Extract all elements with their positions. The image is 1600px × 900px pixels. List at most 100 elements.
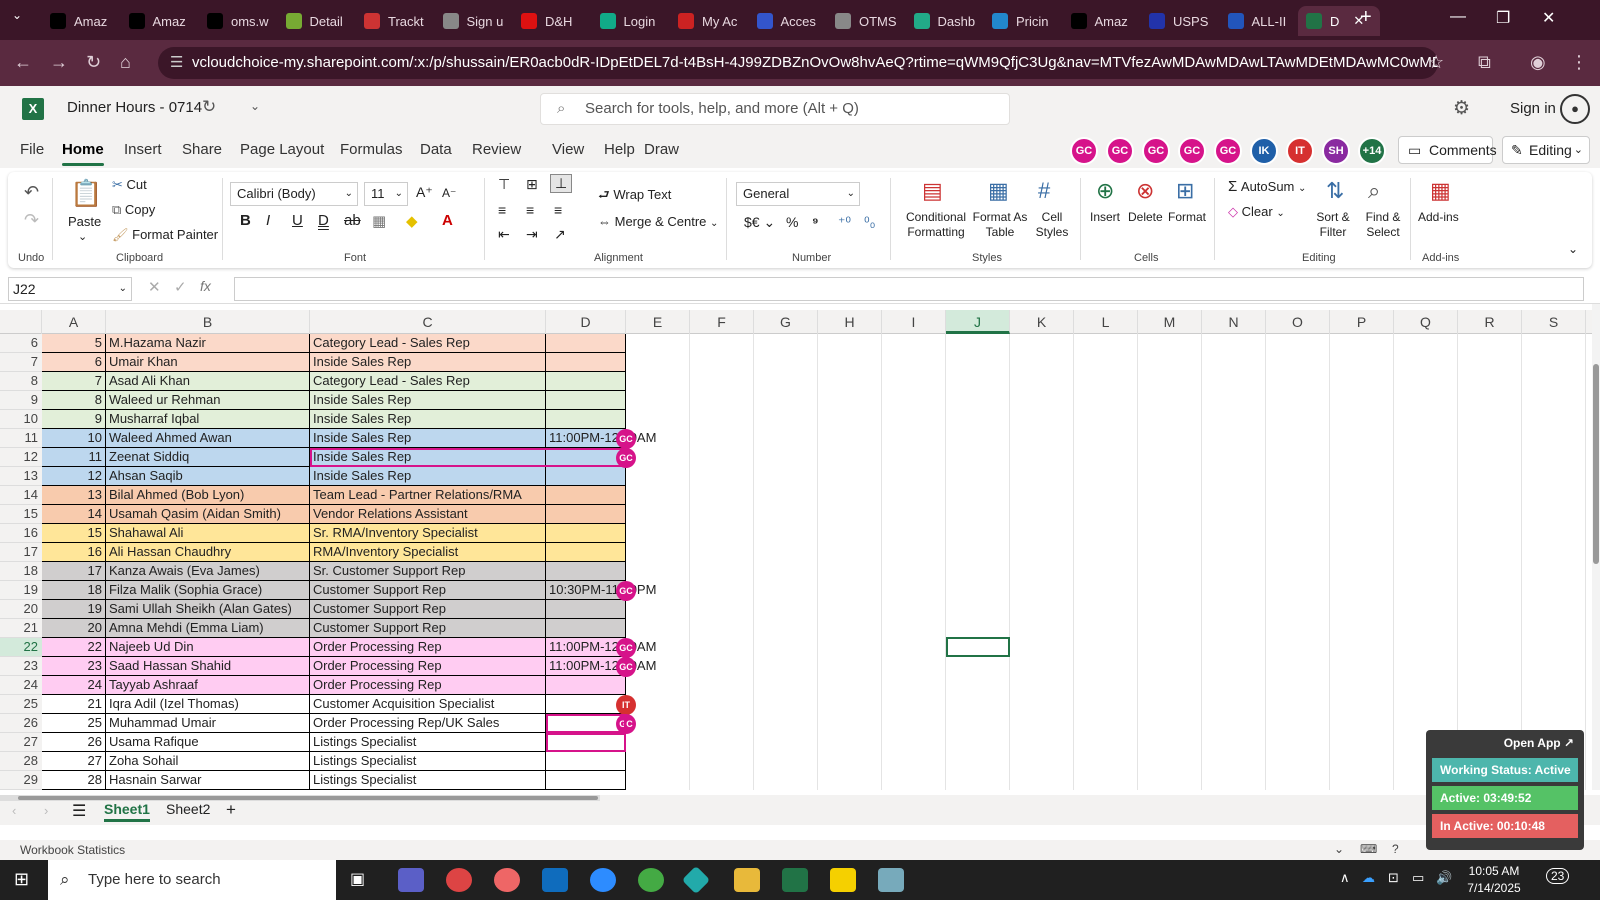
forward-icon[interactable]: → <box>50 52 68 73</box>
row-header[interactable]: 14 <box>0 486 42 505</box>
column-header-l[interactable]: L <box>1074 310 1138 334</box>
align-top-icon[interactable]: ⊤ <box>498 176 510 193</box>
column-header-a[interactable]: A <box>42 310 106 334</box>
cell-b[interactable]: Tayyab Ashraaf <box>106 676 310 695</box>
column-header-c[interactable]: C <box>310 310 546 334</box>
align-bottom-icon[interactable]: ⊥ <box>550 174 573 193</box>
cell-b[interactable]: Ali Hassan Chaudhry <box>106 543 310 562</box>
cell-c[interactable]: Vendor Relations Assistant <box>310 505 546 524</box>
cell-d[interactable]: 11:00PM-12:00AM <box>546 657 656 676</box>
delete-cells-icon[interactable]: ⊗ <box>1136 178 1154 204</box>
browser-tab[interactable]: Acces <box>749 6 823 36</box>
row-header[interactable]: 8 <box>0 372 42 391</box>
row-header[interactable]: 15 <box>0 505 42 524</box>
security-icon[interactable]: ⊡ <box>1388 870 1399 886</box>
row-header[interactable]: 26 <box>0 714 42 733</box>
maximize-button[interactable]: ❐ <box>1496 8 1510 28</box>
next-sheet-icon[interactable]: › <box>44 803 48 818</box>
cell-d[interactable] <box>546 353 626 372</box>
cell-a[interactable]: 12 <box>42 467 106 486</box>
editing-mode-button[interactable]: ✎ Editing ⌄ <box>1502 136 1590 164</box>
cell-b[interactable]: Usama Rafique <box>106 733 310 752</box>
formula-input[interactable] <box>234 277 1584 301</box>
menu-view[interactable]: View <box>552 141 584 158</box>
font-size-select[interactable]: 11 ⌄ <box>364 182 408 206</box>
sign-in-link[interactable]: Sign in <box>1510 100 1556 117</box>
paste-dropdown-icon[interactable]: ⌄ <box>78 230 87 243</box>
paste-button[interactable]: Paste <box>68 214 101 229</box>
column-header-h[interactable]: H <box>818 310 882 334</box>
windows-start-icon[interactable]: ⊞ <box>14 869 29 890</box>
horizontal-scroll-thumb[interactable] <box>18 796 598 800</box>
cell-c[interactable]: Inside Sales Rep <box>310 353 546 372</box>
sheet-tab-sheet2[interactable]: Sheet2 <box>166 801 210 817</box>
cell-b[interactable]: Waleed Ahmed Awan <box>106 429 310 448</box>
decrease-decimal-icon[interactable]: ⁰₀ <box>864 214 875 231</box>
collaborator-avatar[interactable]: SH <box>1322 137 1350 165</box>
collaborator-avatar[interactable]: IT <box>1286 137 1314 165</box>
menu-formulas[interactable]: Formulas <box>340 141 403 158</box>
cell-a[interactable]: 21 <box>42 695 106 714</box>
collaborator-avatar[interactable]: IK <box>1250 137 1278 165</box>
align-center-icon[interactable]: ≡ <box>526 202 534 218</box>
column-header-r[interactable]: R <box>1458 310 1522 334</box>
row-header[interactable]: 22 <box>0 638 42 657</box>
cell-b[interactable]: Najeeb Ud Din <box>106 638 310 657</box>
cell-d[interactable] <box>546 372 626 391</box>
cell-c[interactable]: Order Processing Rep <box>310 676 546 695</box>
column-header-e[interactable]: E <box>626 310 690 334</box>
keyboard-icon[interactable]: ⌨ <box>1360 842 1377 856</box>
chevron-down-icon[interactable]: ⌄ <box>1334 842 1344 856</box>
column-header-b[interactable]: B <box>106 310 310 334</box>
browser-tab[interactable]: Sign u <box>435 6 509 36</box>
find-select-icon[interactable]: ⌕ <box>1368 178 1380 204</box>
cell-d[interactable] <box>546 391 626 410</box>
close-window-button[interactable]: ✕ <box>1542 8 1555 28</box>
cell-b[interactable]: Filza Malik (Sophia Grace) <box>106 581 310 600</box>
browser-tab[interactable]: OTMS <box>827 6 901 36</box>
align-middle-icon[interactable]: ⊞ <box>526 176 538 193</box>
tray-chevron-icon[interactable]: ∧ <box>1340 870 1350 886</box>
cell-b[interactable]: Muhammad Umair <box>106 714 310 733</box>
cell-a[interactable]: 10 <box>42 429 106 448</box>
cell-d[interactable]: 11:00PM-12:00AM <box>546 638 656 657</box>
cell-a[interactable]: 20 <box>42 619 106 638</box>
taskbar-date[interactable]: 7/14/2025 <box>1462 881 1526 895</box>
column-header-p[interactable]: P <box>1330 310 1394 334</box>
cell-c[interactable]: Order Processing Rep/UK Sales <box>310 714 546 733</box>
orientation-icon[interactable]: ↗ <box>554 226 566 243</box>
clear-button[interactable]: ◇ Clear ⌄ <box>1228 204 1285 220</box>
insert-cells-button[interactable]: Insert <box>1090 210 1120 224</box>
cell-a[interactable]: 14 <box>42 505 106 524</box>
column-header-q[interactable]: Q <box>1394 310 1458 334</box>
wrap-text-button[interactable]: ⮐ Wrap Text <box>598 186 671 208</box>
browser-tab[interactable]: D&H <box>513 6 587 36</box>
row-header[interactable]: 25 <box>0 695 42 714</box>
copy-button[interactable]: ⧉ Copy <box>112 202 155 218</box>
cell-b[interactable]: Umair Khan <box>106 353 310 372</box>
cell-d[interactable]: 11:00PM-12:00AM <box>546 429 656 448</box>
decrease-font-icon[interactable]: A⁻ <box>442 186 456 200</box>
cell-a[interactable]: 19 <box>42 600 106 619</box>
home-icon[interactable]: ⌂ <box>120 52 131 73</box>
menu-share[interactable]: Share <box>182 141 222 158</box>
double-underline-icon[interactable]: D <box>318 212 329 229</box>
format-as-table-button[interactable]: Format As Table <box>971 210 1029 240</box>
cell-c[interactable]: Listings Specialist <box>310 752 546 771</box>
volume-icon[interactable]: 🔊 <box>1436 870 1452 886</box>
cell-a[interactable]: 7 <box>42 372 106 391</box>
row-header[interactable]: 29 <box>0 771 42 790</box>
menu-data[interactable]: Data <box>420 141 452 158</box>
addins-icon[interactable]: ▦ <box>1430 178 1451 204</box>
select-all-corner[interactable] <box>0 310 42 334</box>
cell-styles-icon[interactable]: # <box>1038 178 1050 204</box>
cell-a[interactable]: 28 <box>42 771 106 790</box>
decrease-indent-icon[interactable]: ⇤ <box>498 226 510 243</box>
font-color-icon[interactable]: A <box>442 212 453 229</box>
cell-a[interactable]: 22 <box>42 638 106 657</box>
name-box[interactable]: J22 ⌄ <box>8 277 132 301</box>
cell-b[interactable]: Sami Ullah Sheikh (Alan Gates) <box>106 600 310 619</box>
menu-file[interactable]: File <box>20 141 44 158</box>
collaborator-avatar[interactable]: +14 <box>1358 137 1386 165</box>
cell-d[interactable] <box>546 524 626 543</box>
